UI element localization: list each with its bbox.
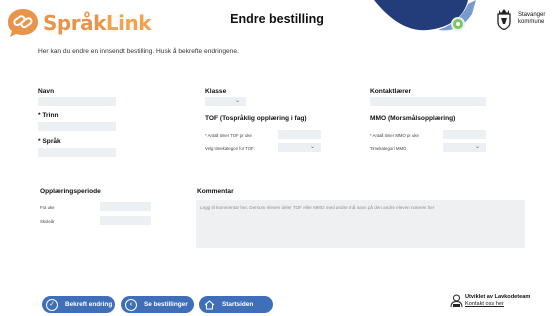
home-icon bbox=[203, 299, 215, 311]
confirm-change-button[interactable]: ✓ Bekreft endring bbox=[42, 296, 115, 313]
klasse-label: Klasse bbox=[205, 88, 227, 95]
comment-heading: Kommentar bbox=[197, 188, 234, 195]
comment-textarea[interactable]: Legg til kommentar her. Dersom eleven de… bbox=[196, 200, 525, 248]
chevron-left-icon: ‹ bbox=[125, 298, 137, 311]
see-orders-label: Se bestillinger bbox=[144, 301, 188, 308]
tof-category-select[interactable]: ⌄ bbox=[278, 143, 321, 152]
period-from-label: Fra uke bbox=[40, 205, 55, 210]
tof-hours-label: * Antall timer TOF pr uke bbox=[205, 133, 252, 138]
kontaktlaerer-input[interactable] bbox=[370, 97, 486, 106]
mmo-heading: MMO (Morsmålsopplæring) bbox=[370, 115, 456, 122]
comment-placeholder: Legg til kommentar her. Dersom eleven de… bbox=[200, 205, 435, 210]
developer-icon bbox=[450, 294, 463, 308]
owl-icon[interactable] bbox=[451, 17, 465, 31]
sprak-input[interactable] bbox=[38, 148, 116, 157]
period-to-label: Skoleår bbox=[40, 219, 55, 224]
trinn-input[interactable] bbox=[38, 122, 116, 131]
check-icon: ✓ bbox=[46, 298, 58, 311]
tof-category-label: Velg timekategori for TOF: bbox=[205, 146, 255, 151]
navn-label: Navn bbox=[38, 88, 55, 95]
period-from-input[interactable] bbox=[100, 202, 151, 211]
stavanger-crest-icon bbox=[497, 9, 511, 30]
chevron-down-icon: ⌄ bbox=[234, 98, 240, 104]
period-to-input[interactable] bbox=[100, 216, 151, 225]
mmo-hours-label: * Antall timer MMO pr uke bbox=[370, 133, 419, 138]
navn-input[interactable] bbox=[38, 97, 116, 106]
municipality-name: Stavanger kommune bbox=[518, 12, 546, 25]
period-heading: Opplæringsperiode bbox=[40, 188, 101, 195]
mmo-category-select[interactable]: ⌄ bbox=[443, 143, 486, 152]
kontaktlaerer-label: Kontaktlærer bbox=[370, 88, 412, 95]
tof-hours-input[interactable] bbox=[278, 130, 321, 139]
chevron-down-icon: ⌄ bbox=[309, 144, 315, 150]
sprak-label: * Språk bbox=[38, 138, 61, 145]
chevron-down-icon: ⌄ bbox=[474, 144, 480, 150]
trinn-label: * Trinn bbox=[38, 112, 59, 119]
developer-credit: Utviklet av Lavkodeteam Kontakt oss her bbox=[465, 294, 530, 308]
mmo-hours-input[interactable] bbox=[443, 130, 486, 139]
tof-heading: TOF (Tospråklig opplæring i fag) bbox=[205, 115, 307, 122]
klasse-select[interactable]: ⌄ bbox=[205, 97, 246, 106]
home-label: Startsiden bbox=[222, 301, 254, 308]
intro-text: Her kan du endre en innsendt bestilling.… bbox=[38, 48, 239, 55]
contact-link[interactable]: Kontakt oss her bbox=[465, 301, 530, 308]
home-button[interactable]: Startsiden bbox=[199, 296, 273, 313]
mmo-category-label: Timekategori MMO bbox=[370, 146, 407, 151]
see-orders-button[interactable]: ‹ Se bestillinger bbox=[121, 296, 194, 313]
developed-by-text: Utviklet av Lavkodeteam bbox=[465, 294, 531, 300]
confirm-change-label: Bekreft endring bbox=[65, 301, 113, 308]
